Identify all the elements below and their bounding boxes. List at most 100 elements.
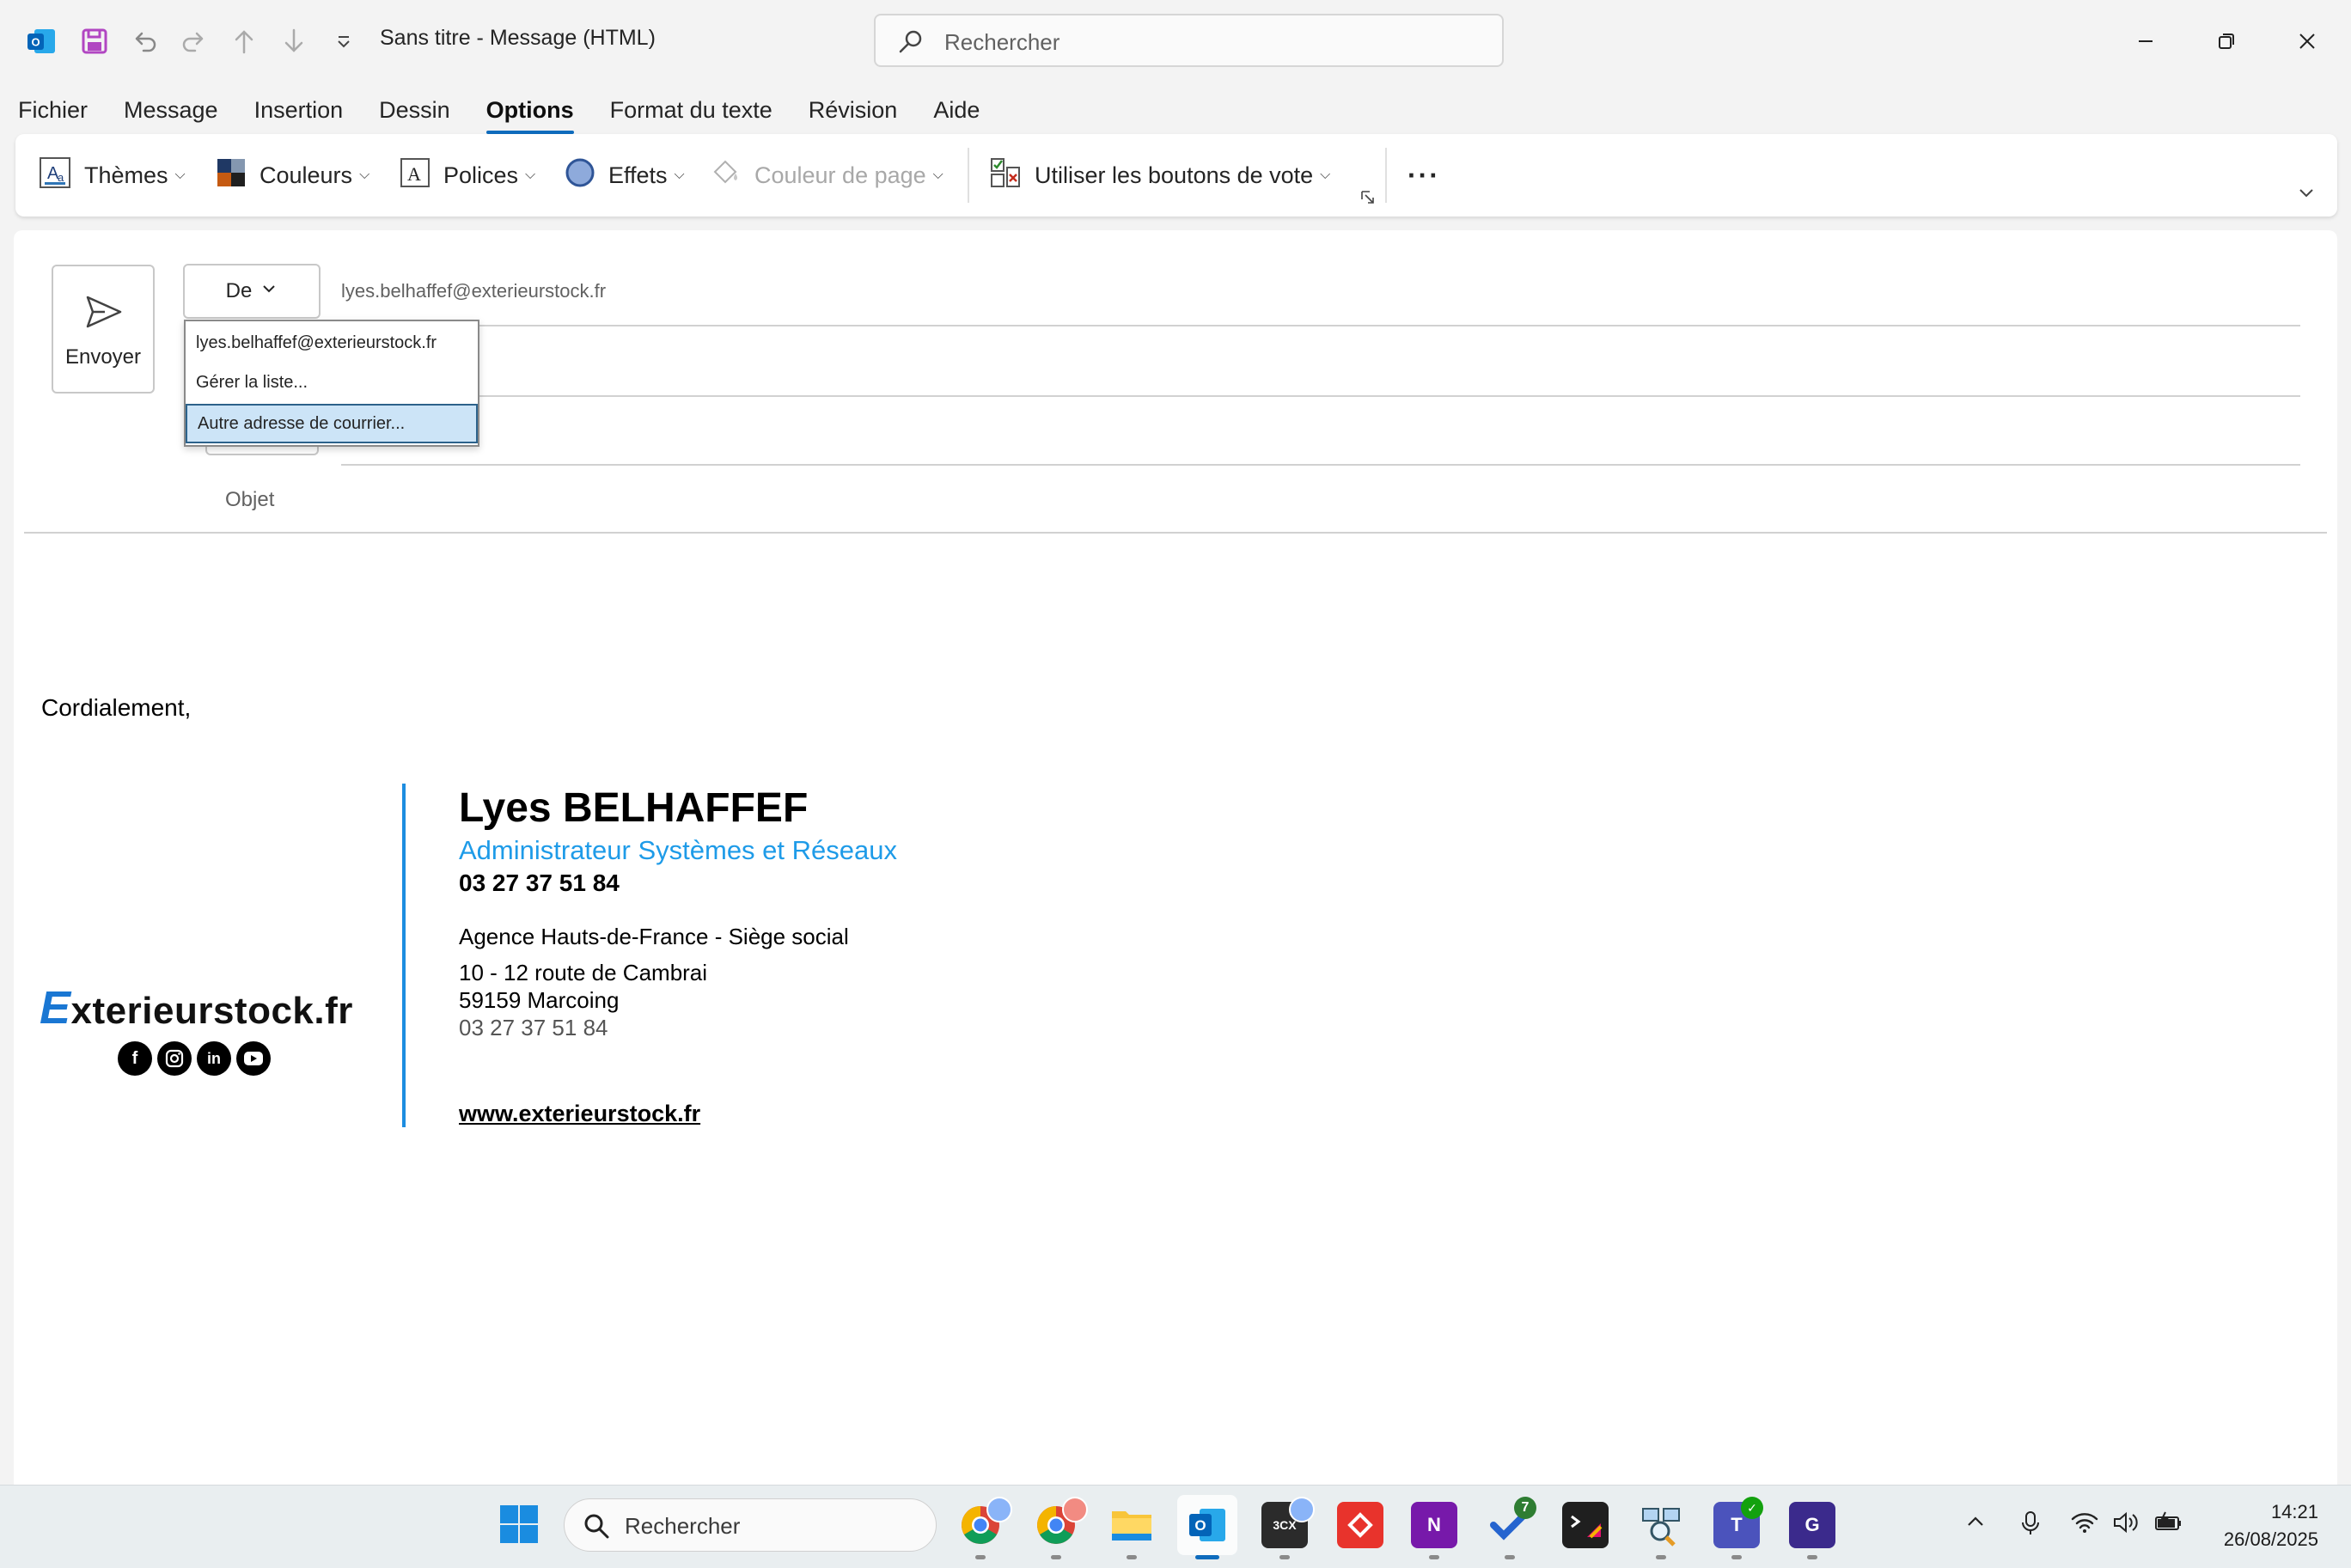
- tab-fichier[interactable]: Fichier: [0, 89, 106, 131]
- tab-revision[interactable]: Révision: [791, 89, 916, 131]
- search-placeholder: Rechercher: [944, 29, 1060, 55]
- profile-badge-icon: [1062, 1497, 1088, 1522]
- colors-button[interactable]: Couleurs ⌵: [215, 134, 369, 217]
- file-explorer-icon[interactable]: [1108, 1502, 1155, 1548]
- svg-text:O: O: [31, 36, 40, 49]
- taskbar-search-placeholder: Rechercher: [625, 1513, 741, 1539]
- chevron-down-icon: ⌵: [932, 168, 943, 182]
- taskbar-search[interactable]: Rechercher: [564, 1498, 937, 1552]
- running-indicator: [1807, 1555, 1817, 1559]
- todo-badge: 7: [1514, 1497, 1536, 1519]
- tab-dessin[interactable]: Dessin: [361, 89, 468, 131]
- company-logo: Exterieurstock.fr: [40, 981, 353, 1034]
- signature-phone-secondary: 03 27 37 51 84: [459, 1015, 608, 1040]
- instagram-icon[interactable]: [157, 1041, 192, 1076]
- tab-message[interactable]: Message: [106, 89, 236, 131]
- svg-text:O: O: [1194, 1517, 1206, 1534]
- redo-icon[interactable]: [175, 22, 213, 60]
- tab-format-du-texte[interactable]: Format du texte: [592, 89, 791, 131]
- send-label: Envoyer: [64, 345, 142, 369]
- closing-text: Cordialement,: [41, 694, 192, 721]
- collapse-ribbon-icon[interactable]: [2296, 182, 2317, 207]
- running-indicator: [1127, 1555, 1137, 1559]
- svg-text:A: A: [407, 163, 421, 185]
- svg-text:a: a: [58, 171, 64, 184]
- subject-label: Objet: [225, 488, 275, 511]
- onenote-icon[interactable]: N: [1411, 1502, 1457, 1548]
- signature-name: Lyes BELHAFFEF: [459, 785, 809, 831]
- page-color-button[interactable]: Couleur de page ⌵: [710, 134, 943, 217]
- themes-button[interactable]: Aa Thèmes ⌵: [38, 134, 186, 217]
- from-address: lyes.belhaffef@exterieurstock.fr: [341, 280, 607, 302]
- volume-icon[interactable]: [2112, 1510, 2140, 1541]
- customize-toolbar-icon[interactable]: [325, 22, 363, 60]
- close-button[interactable]: [2277, 17, 2337, 65]
- youtube-icon[interactable]: [236, 1041, 271, 1076]
- to-field[interactable]: [481, 330, 2300, 395]
- send-icon: [82, 290, 125, 338]
- from-label: De: [225, 279, 253, 302]
- window-title: Sans titre - Message (HTML): [380, 26, 656, 50]
- ribbon-tabs: Fichier Message Insertion Dessin Options…: [0, 89, 998, 134]
- facebook-icon[interactable]: f: [118, 1041, 152, 1076]
- anydesk-icon[interactable]: [1337, 1502, 1383, 1548]
- chevron-down-icon: ⌵: [174, 168, 186, 182]
- effects-button[interactable]: Effets ⌵: [564, 134, 685, 217]
- profile-badge-icon: [986, 1497, 1012, 1522]
- voting-buttons-button[interactable]: Utiliser les boutons de vote ⌵: [988, 134, 1330, 217]
- genie-app-icon[interactable]: G: [1789, 1502, 1835, 1548]
- dropdown-item-account[interactable]: lyes.belhaffef@exterieurstock.fr: [186, 323, 478, 363]
- network-scanner-icon[interactable]: [1638, 1502, 1684, 1548]
- title-search-box[interactable]: Rechercher: [874, 14, 1504, 67]
- system-clock[interactable]: 14:21 26/08/2025: [2224, 1498, 2318, 1553]
- search-icon: [582, 1511, 611, 1545]
- cc-divider: [341, 464, 2300, 466]
- message-body[interactable]: [24, 550, 2327, 1478]
- themes-label: Thèmes: [84, 162, 168, 188]
- effects-label: Effets: [608, 162, 668, 188]
- running-indicator: [975, 1555, 986, 1559]
- dropdown-item-manage-list[interactable]: Gérer la liste...: [186, 363, 478, 402]
- themes-icon: Aa: [38, 156, 72, 196]
- restore-button[interactable]: [2196, 17, 2256, 65]
- from-button[interactable]: De: [183, 264, 321, 319]
- colors-label: Couleurs: [260, 162, 353, 188]
- effects-icon: [564, 156, 596, 195]
- ribbon: Aa Thèmes ⌵ Couleurs ⌵ A Polices ⌵ Effets ⌵ …: [15, 134, 2337, 217]
- active-indicator: [1195, 1555, 1219, 1559]
- more-options-button[interactable]: ···: [1408, 134, 1440, 217]
- tab-options[interactable]: Options: [468, 89, 592, 134]
- undo-icon[interactable]: [125, 22, 163, 60]
- next-item-icon[interactable]: [275, 22, 313, 60]
- cc-field[interactable]: [481, 400, 2300, 464]
- signature-website-link[interactable]: www.exterieurstock.fr: [459, 1101, 700, 1127]
- previous-item-icon[interactable]: [225, 22, 263, 60]
- fonts-button[interactable]: A Polices ⌵: [399, 134, 535, 217]
- show-hidden-icons-button[interactable]: [1964, 1510, 1987, 1539]
- fonts-icon: A: [399, 156, 431, 195]
- clock-date: 26/08/2025: [2223, 1528, 2318, 1550]
- wifi-icon[interactable]: [2071, 1510, 2098, 1541]
- logo-initial: E: [40, 982, 71, 1034]
- microphone-icon[interactable]: [2019, 1510, 2042, 1542]
- tab-insertion[interactable]: Insertion: [236, 89, 362, 131]
- tab-aide[interactable]: Aide: [915, 89, 998, 131]
- save-icon[interactable]: [76, 22, 113, 60]
- send-button[interactable]: Envoyer: [52, 265, 155, 394]
- dropdown-item-other-address[interactable]: Autre adresse de courrier...: [186, 404, 478, 443]
- outlook-taskbar-icon[interactable]: O: [1184, 1502, 1230, 1548]
- terminal-icon[interactable]: [1562, 1502, 1609, 1548]
- running-indicator: [1051, 1555, 1061, 1559]
- subject-field[interactable]: [341, 471, 2300, 531]
- signature-address-line2: 59159 Marcoing: [459, 987, 620, 1013]
- minimize-button[interactable]: [2116, 17, 2176, 65]
- windows-start-icon[interactable]: [498, 1504, 540, 1549]
- colors-icon: [215, 156, 247, 195]
- from-divider: [341, 325, 2300, 326]
- from-dropdown: lyes.belhaffef@exterieurstock.fr Gérer l…: [184, 320, 479, 447]
- linkedin-icon[interactable]: in: [197, 1041, 231, 1076]
- battery-charging-icon[interactable]: [2153, 1510, 2184, 1541]
- dialog-launcher-icon[interactable]: [1359, 189, 1377, 210]
- ribbon-divider: [968, 148, 969, 203]
- taskbar: [0, 1485, 2351, 1568]
